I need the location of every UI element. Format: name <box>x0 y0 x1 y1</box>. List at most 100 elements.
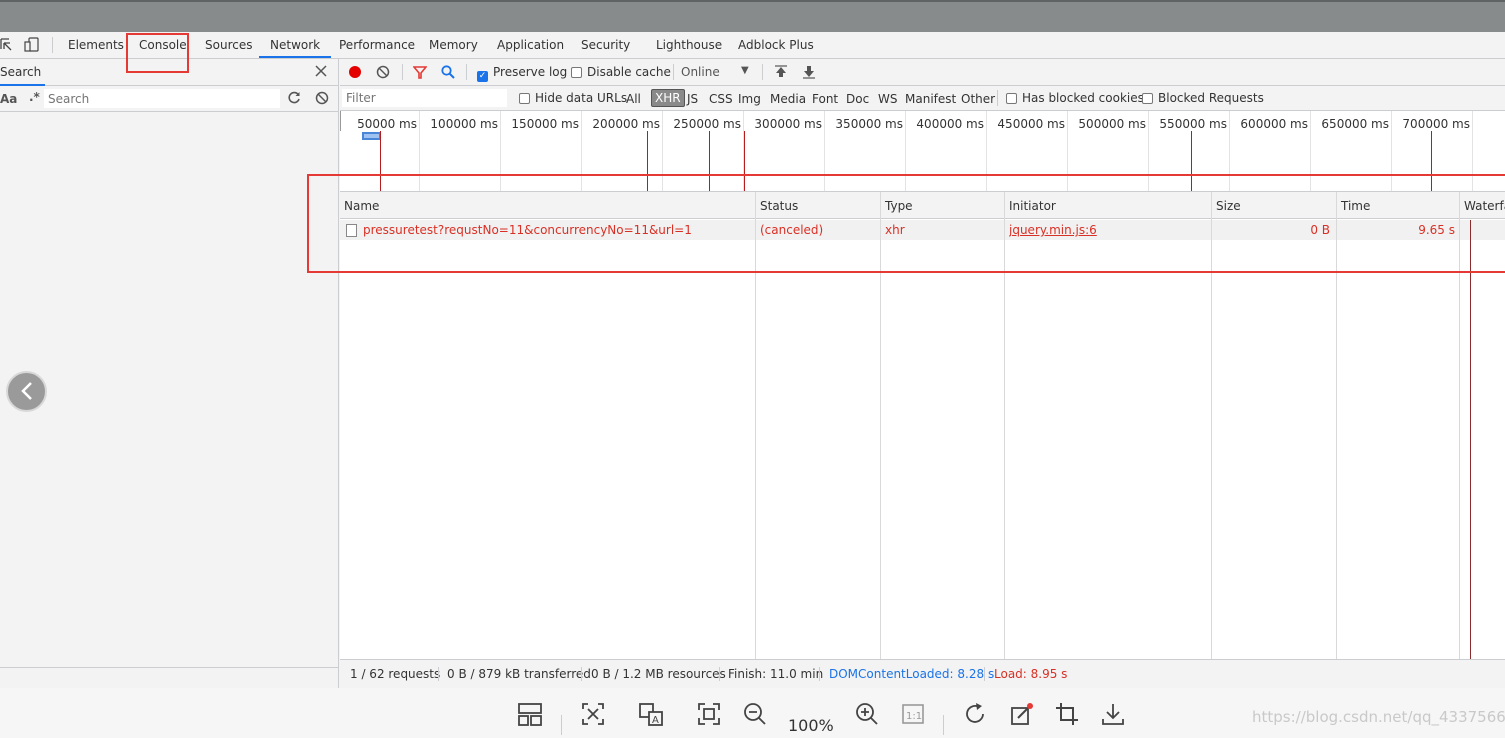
waterfall-load-line <box>1470 220 1471 659</box>
timeline-tick-label: 150000 ms <box>511 117 579 131</box>
hide-data-urls-checkbox[interactable]: Hide data URLs <box>519 91 627 105</box>
checkbox-unchecked-icon <box>1006 93 1017 104</box>
zoom-in-icon[interactable] <box>855 702 879 726</box>
zoom-out-icon[interactable] <box>743 702 767 726</box>
actual-size-icon[interactable]: 1:1 <box>901 702 925 726</box>
throttling-value: Online <box>681 65 720 79</box>
request-bar <box>362 132 381 140</box>
tab-performance[interactable]: Performance <box>339 32 415 58</box>
preserve-log-checkbox[interactable]: ✓ Preserve log <box>477 65 567 82</box>
finish-time: Finish: 11.0 min <box>728 667 824 681</box>
fit-icon[interactable] <box>581 702 605 726</box>
download-icon[interactable] <box>1101 702 1125 726</box>
filter-icon[interactable] <box>412 66 428 82</box>
has-blocked-cookies-label: Has blocked cookies <box>1022 91 1144 105</box>
tab-elements[interactable]: Elements <box>68 32 124 58</box>
timeline-tick-label: 550000 ms <box>1159 117 1227 131</box>
transferred-size: 0 B / 879 kB transferred <box>447 667 591 681</box>
prev-page-button[interactable] <box>6 371 47 412</box>
type-filter-xhr[interactable]: XHR <box>651 89 685 107</box>
type-filter-img[interactable]: Img <box>738 92 761 106</box>
timeline-tick-label: 600000 ms <box>1240 117 1308 131</box>
translate-icon[interactable]: A <box>639 702 663 726</box>
close-icon[interactable] <box>315 65 327 80</box>
crop-icon[interactable] <box>1055 702 1079 726</box>
tab-adblock-plus[interactable]: Adblock Plus <box>738 32 814 58</box>
import-icon[interactable] <box>774 65 788 82</box>
type-filter-media[interactable]: Media <box>770 92 806 106</box>
regex-toggle[interactable]: .* <box>29 90 40 104</box>
edit-icon[interactable] <box>1010 702 1034 726</box>
type-filter-all[interactable]: All <box>626 92 641 106</box>
filter-input[interactable] <box>342 89 507 107</box>
match-case-toggle[interactable]: Aa <box>0 92 17 106</box>
fullscreen-icon[interactable] <box>697 702 721 726</box>
type-filter-manifest[interactable]: Manifest <box>905 92 956 106</box>
blocked-requests-label: Blocked Requests <box>1158 91 1264 105</box>
tab-network[interactable]: Network <box>259 32 332 58</box>
divider <box>0 667 339 668</box>
type-filter-css[interactable]: CSS <box>709 92 733 106</box>
search-icon[interactable] <box>441 65 455 82</box>
annotation-highlight-console <box>126 33 189 73</box>
record-icon[interactable] <box>348 65 362 82</box>
svg-text:1:1: 1:1 <box>906 711 922 722</box>
device-toolbar-icon[interactable] <box>24 37 40 56</box>
divider <box>438 667 439 681</box>
disable-cache-checkbox[interactable]: Disable cache <box>571 65 671 79</box>
hide-data-urls-label: Hide data URLs <box>535 91 628 105</box>
checkbox-unchecked-icon <box>571 67 582 78</box>
svg-text:A: A <box>652 715 659 726</box>
checkbox-checked-icon: ✓ <box>477 71 488 82</box>
type-filter-ws[interactable]: WS <box>878 92 897 106</box>
browser-top-bar <box>0 0 1505 32</box>
clear-log-icon[interactable] <box>376 65 390 82</box>
dropdown-arrow-icon: ▼ <box>741 65 749 76</box>
rotate-icon[interactable] <box>963 702 987 726</box>
load-time: Load: 8.95 s <box>994 667 1068 681</box>
network-toolbar: ✓ Preserve log Disable cache Online ▼ <box>340 59 1505 86</box>
type-filter-font[interactable]: Font <box>812 92 838 106</box>
divider <box>819 667 820 681</box>
tab-application[interactable]: Application <box>497 32 564 58</box>
refresh-icon[interactable] <box>287 91 301 108</box>
timeline-tick-label: 50000 ms <box>357 117 417 131</box>
divider <box>943 715 944 735</box>
search-panel-title[interactable]: Search <box>0 59 46 86</box>
timeline-tick-label: 250000 ms <box>673 117 741 131</box>
devtools-tab-bar: Elements Console Sources Network Perform… <box>0 32 1505 59</box>
has-blocked-cookies-checkbox[interactable]: Has blocked cookies <box>1006 91 1144 105</box>
timeline-tick-label: 650000 ms <box>1321 117 1389 131</box>
disable-cache-label: Disable cache <box>587 65 671 79</box>
export-icon[interactable] <box>802 65 816 82</box>
tab-memory[interactable]: Memory <box>429 32 478 58</box>
timeline-tick-label: 200000 ms <box>592 117 660 131</box>
preserve-log-label: Preserve log <box>493 65 568 79</box>
divider <box>52 37 53 53</box>
inspect-icon[interactable] <box>0 38 12 55</box>
layout-icon[interactable] <box>518 702 542 726</box>
checkbox-unchecked-icon <box>1142 93 1153 104</box>
timeline-gridline <box>340 111 341 131</box>
annotation-highlight-request <box>307 174 1505 273</box>
clear-icon[interactable] <box>315 91 329 108</box>
tab-security[interactable]: Security <box>581 32 630 58</box>
timeline-tick-label: 500000 ms <box>1078 117 1146 131</box>
throttling-select[interactable]: Online ▼ <box>681 65 749 79</box>
tab-lighthouse[interactable]: Lighthouse <box>656 32 722 58</box>
tab-sources[interactable]: Sources <box>205 32 252 58</box>
blocked-requests-checkbox[interactable]: Blocked Requests <box>1142 91 1264 105</box>
divider <box>762 64 763 80</box>
type-filter-doc[interactable]: Doc <box>846 92 869 106</box>
divider <box>581 667 582 681</box>
type-filter-js[interactable]: JS <box>687 92 698 106</box>
divider <box>673 64 674 80</box>
type-filter-other[interactable]: Other <box>961 92 995 106</box>
divider <box>561 715 562 735</box>
divider <box>402 64 403 80</box>
search-input[interactable] <box>44 89 280 108</box>
request-count: 1 / 62 requests <box>350 667 441 681</box>
search-input-row: Aa .* <box>0 86 339 112</box>
timeline-tick-label: 700000 ms <box>1402 117 1470 131</box>
timeline-tick-label: 300000 ms <box>754 117 822 131</box>
